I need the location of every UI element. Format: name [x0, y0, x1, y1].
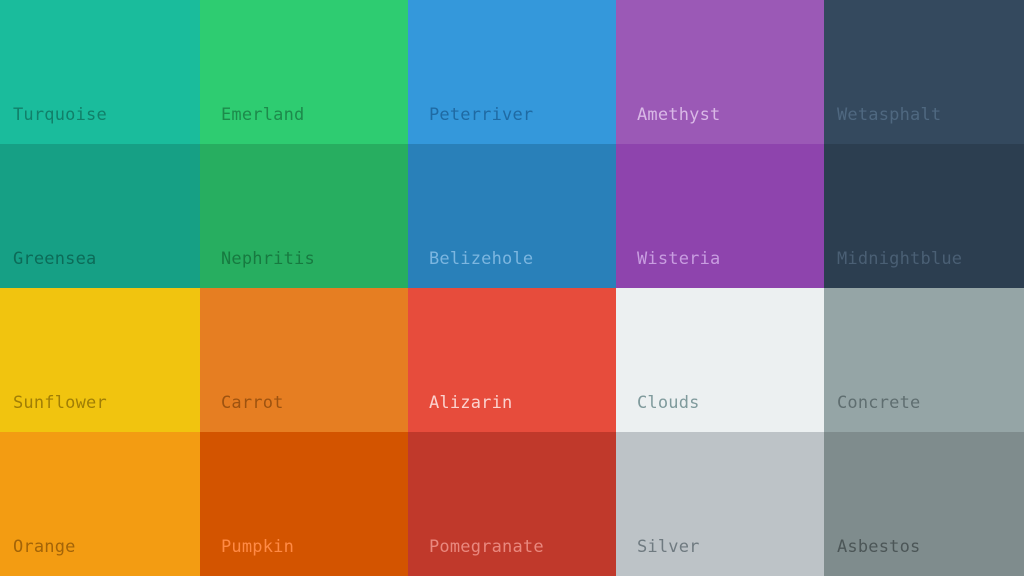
- swatch-alizarin: Alizarin: [408, 288, 616, 432]
- swatch-turquoise: Turquoise: [0, 0, 200, 144]
- swatch-wisteria: Wisteria: [616, 144, 824, 288]
- swatch-label: Sunflower: [13, 393, 107, 413]
- swatch-label: Concrete: [837, 393, 921, 413]
- swatch-greensea: Greensea: [0, 144, 200, 288]
- swatch-orange: Orange: [0, 432, 200, 576]
- swatch-label: Emerland: [221, 105, 305, 125]
- swatch-midnightblue: Midnightblue: [824, 144, 1024, 288]
- swatch-amethyst: Amethyst: [616, 0, 824, 144]
- swatch-label: Orange: [13, 537, 76, 557]
- swatch-label: Turquoise: [13, 105, 107, 125]
- swatch-label: Midnightblue: [837, 249, 963, 269]
- swatch-label: Asbestos: [837, 537, 921, 557]
- swatch-silver: Silver: [616, 432, 824, 576]
- swatch-clouds: Clouds: [616, 288, 824, 432]
- swatch-carrot: Carrot: [200, 288, 408, 432]
- swatch-label: Wisteria: [637, 249, 721, 269]
- swatch-label: Belizehole: [429, 249, 534, 269]
- swatch-label: Clouds: [637, 393, 700, 413]
- swatch-label: Alizarin: [429, 393, 513, 413]
- swatch-emerland: Emerland: [200, 0, 408, 144]
- swatch-sunflower: Sunflower: [0, 288, 200, 432]
- swatch-label: Pumpkin: [221, 537, 295, 557]
- swatch-label: Peterriver: [429, 105, 534, 125]
- swatch-peterriver: Peterriver: [408, 0, 616, 144]
- swatch-label: Nephritis: [221, 249, 315, 269]
- swatch-label: Silver: [637, 537, 700, 557]
- swatch-nephritis: Nephritis: [200, 144, 408, 288]
- swatch-pomegranate: Pomegranate: [408, 432, 616, 576]
- swatch-pumpkin: Pumpkin: [200, 432, 408, 576]
- color-palette-grid: Turquoise Emerland Peterriver Amethyst Wetas…: [0, 0, 1024, 576]
- swatch-label: Amethyst: [637, 105, 721, 125]
- swatch-concrete: Concrete: [824, 288, 1024, 432]
- swatch-label: Greensea: [13, 249, 97, 269]
- swatch-wetasphalt: Wetasphalt: [824, 0, 1024, 144]
- swatch-belizehole: Belizehole: [408, 144, 616, 288]
- swatch-label: Carrot: [221, 393, 284, 413]
- swatch-label: Pomegranate: [429, 537, 544, 557]
- swatch-asbestos: Asbestos: [824, 432, 1024, 576]
- swatch-label: Wetasphalt: [837, 105, 942, 125]
